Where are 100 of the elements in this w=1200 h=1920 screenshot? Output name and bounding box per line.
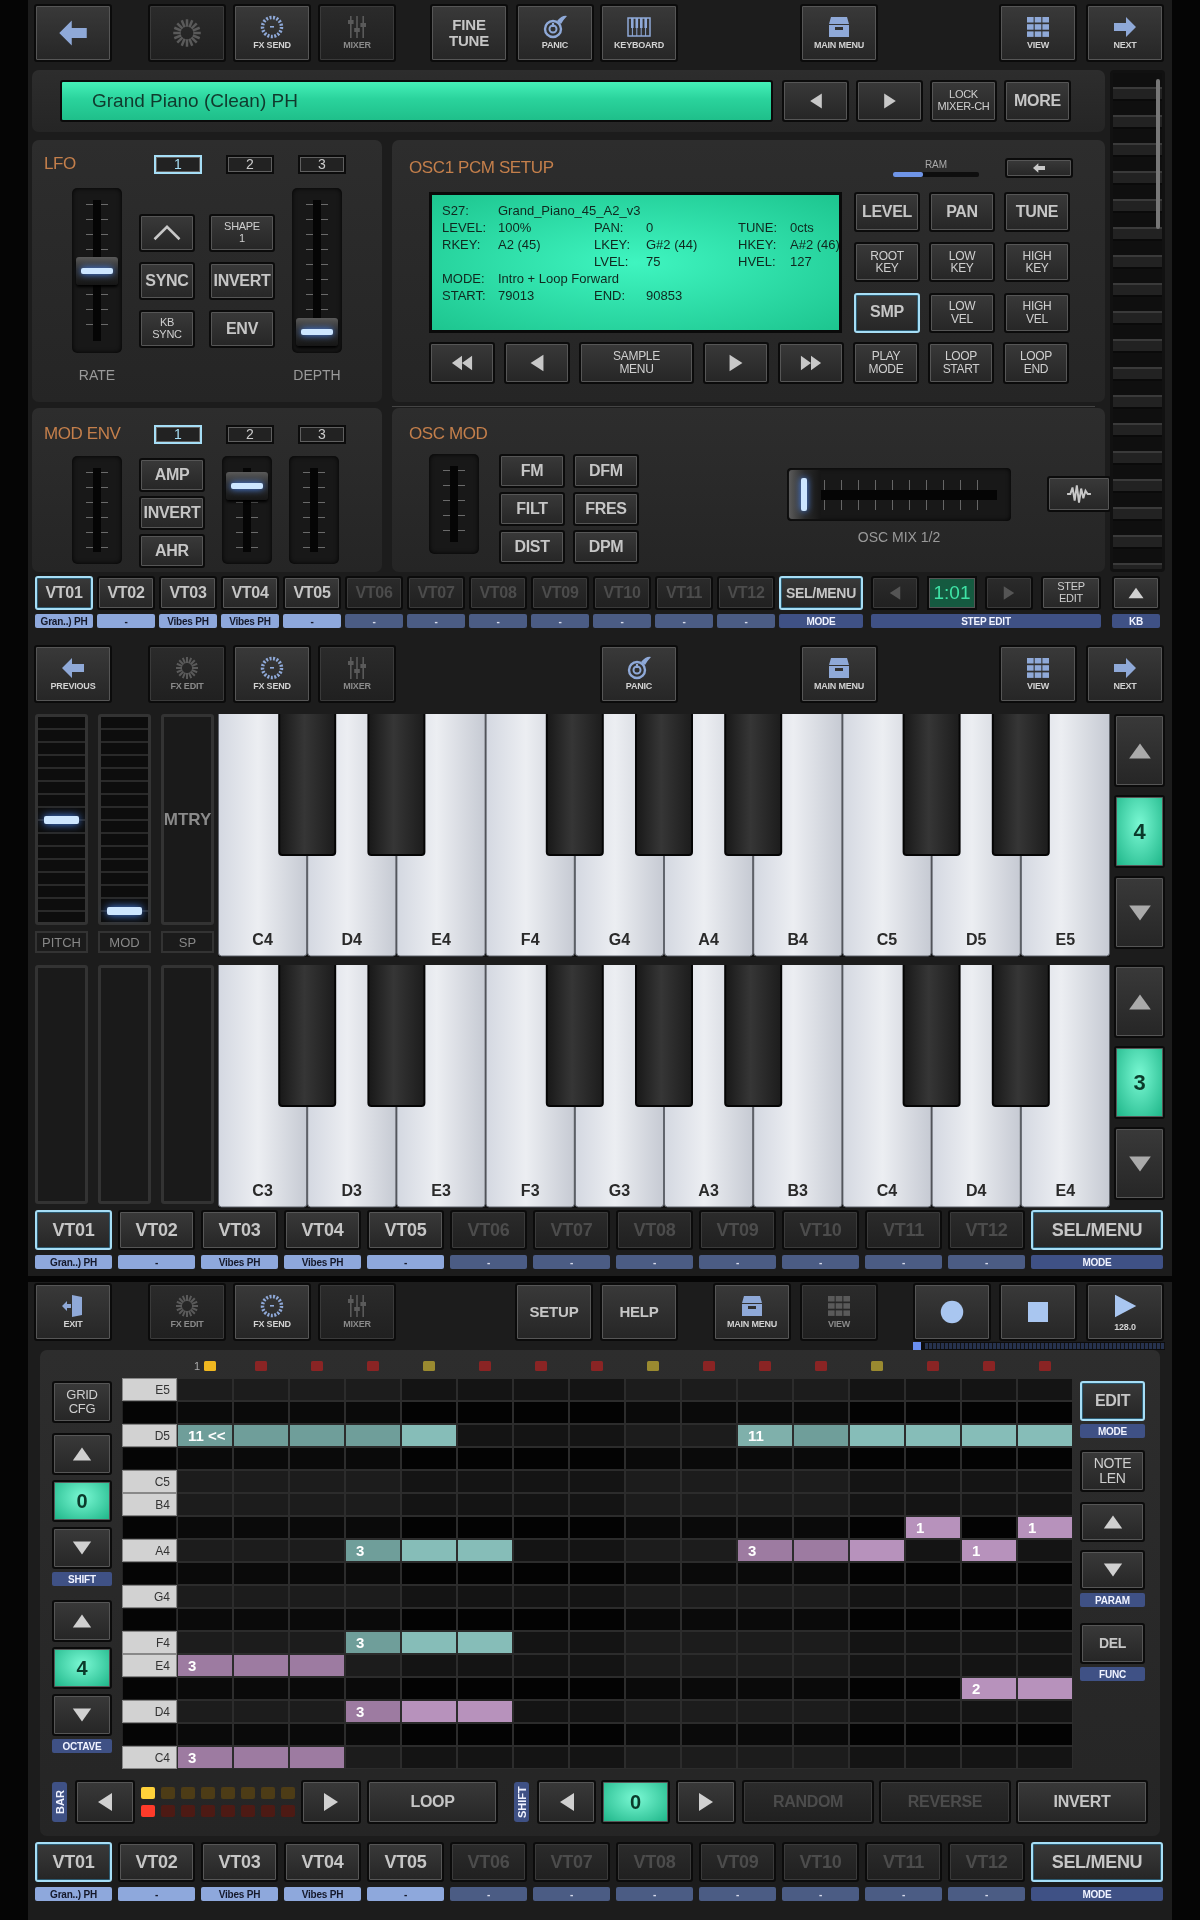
grid-cell[interactable]	[289, 1723, 345, 1746]
grid-cell[interactable]	[513, 1631, 569, 1654]
grid-cell[interactable]	[681, 1654, 737, 1677]
note-cell[interactable]	[793, 1539, 849, 1562]
osc-mod-button[interactable]: DPM	[573, 530, 639, 564]
step-edit-button[interactable]: STEP EDIT	[1041, 576, 1101, 610]
sharp-key[interactable]	[724, 965, 783, 1107]
grid-cell[interactable]	[849, 1677, 905, 1700]
grid-cell[interactable]	[289, 1493, 345, 1516]
grid-cell[interactable]	[793, 1401, 849, 1424]
grid-cell[interactable]	[905, 1746, 961, 1769]
grid-cell[interactable]	[625, 1746, 681, 1769]
grid-cell[interactable]	[681, 1677, 737, 1700]
transport-button[interactable]: LOOP START	[928, 342, 994, 384]
note-cell[interactable]	[457, 1539, 513, 1562]
sharp-row-label[interactable]	[122, 1401, 177, 1424]
tab[interactable]: 2	[226, 154, 274, 174]
grid-cell[interactable]	[681, 1539, 737, 1562]
toolbar-button[interactable]: NEXT	[1086, 4, 1164, 62]
grid-cell[interactable]	[177, 1700, 233, 1723]
sharp-key[interactable]	[902, 965, 961, 1107]
note-cell[interactable]	[289, 1424, 345, 1447]
toolbar-button[interactable]: NEXT	[1086, 645, 1164, 703]
up-button[interactable]	[1080, 1502, 1145, 1542]
note-label[interactable]: G4	[122, 1585, 177, 1608]
grid-cell[interactable]	[1017, 1447, 1073, 1470]
grid-cell[interactable]	[513, 1378, 569, 1401]
preset-button[interactable]: MORE	[1004, 80, 1071, 122]
sharp-key[interactable]	[545, 714, 604, 856]
previous-bar-button[interactable]	[75, 1780, 135, 1824]
grid-cell[interactable]	[289, 1631, 345, 1654]
grid-cell[interactable]	[569, 1608, 625, 1631]
grid-cell[interactable]	[849, 1723, 905, 1746]
grid-cell[interactable]	[1017, 1562, 1073, 1585]
grid-cell[interactable]	[345, 1378, 401, 1401]
down-button[interactable]	[52, 1694, 112, 1736]
grid-cell[interactable]	[289, 1608, 345, 1631]
grid-cell[interactable]	[513, 1493, 569, 1516]
grid-cell[interactable]	[177, 1631, 233, 1654]
grid-cell[interactable]	[1017, 1746, 1073, 1769]
sharp-key[interactable]	[635, 965, 693, 1107]
tab[interactable]: 1	[154, 154, 202, 174]
sharp-key[interactable]	[367, 714, 426, 856]
grid-cell[interactable]	[961, 1746, 1017, 1769]
grid-cell[interactable]	[905, 1493, 961, 1516]
grid-cell[interactable]	[513, 1539, 569, 1562]
osc-button[interactable]: ROOT KEY	[854, 242, 920, 283]
grid-cell[interactable]	[233, 1677, 289, 1700]
grid-cell[interactable]	[905, 1401, 961, 1424]
grid-cell[interactable]	[513, 1447, 569, 1470]
grid-cell[interactable]	[289, 1585, 345, 1608]
grid-cell[interactable]	[681, 1447, 737, 1470]
note-cell[interactable]	[905, 1424, 961, 1447]
toolbar-button[interactable]: PANIC	[516, 4, 594, 62]
grid-cell[interactable]	[569, 1516, 625, 1539]
grid-cell[interactable]	[177, 1516, 233, 1539]
grid-cell[interactable]	[569, 1700, 625, 1723]
note-cell[interactable]	[233, 1654, 289, 1677]
grid-cell[interactable]	[793, 1608, 849, 1631]
grid-cell[interactable]	[457, 1401, 513, 1424]
note-label[interactable]: A4	[122, 1539, 177, 1562]
grid-cell[interactable]	[681, 1700, 737, 1723]
step-forward-button[interactable]	[985, 576, 1033, 610]
grid-cell[interactable]	[961, 1654, 1017, 1677]
grid-cell[interactable]	[177, 1585, 233, 1608]
toolbar-button[interactable]: FX SEND	[233, 4, 311, 62]
grid-cell[interactable]	[905, 1631, 961, 1654]
grid-cell[interactable]	[457, 1562, 513, 1585]
grid-cell[interactable]	[905, 1585, 961, 1608]
grid-cell[interactable]	[345, 1470, 401, 1493]
note-cell[interactable]	[457, 1700, 513, 1723]
osc-mod-button[interactable]: DFM	[573, 454, 639, 488]
grid-cell[interactable]	[905, 1723, 961, 1746]
grid-cell[interactable]	[513, 1562, 569, 1585]
touch-pad[interactable]	[35, 965, 88, 1204]
toolbar-button[interactable]: VIEW	[999, 645, 1077, 703]
grid-cell[interactable]	[345, 1654, 401, 1677]
slider-thumb[interactable]	[107, 907, 142, 916]
grid-cell[interactable]	[569, 1447, 625, 1470]
note-cell[interactable]	[401, 1424, 457, 1447]
track-button[interactable]: VT05	[283, 576, 341, 610]
grid-cell[interactable]	[345, 1723, 401, 1746]
osc-mod-button[interactable]: FRES	[573, 492, 639, 526]
grid-cell[interactable]	[793, 1585, 849, 1608]
sharp-key[interactable]	[367, 965, 426, 1107]
transport-button[interactable]: SAMPLE MENU	[579, 342, 694, 384]
track-button[interactable]: VT05	[367, 1210, 444, 1250]
grid-cell[interactable]	[401, 1654, 457, 1677]
grid-cell[interactable]	[681, 1516, 737, 1539]
toolbar-button[interactable]: FINE TUNE	[430, 4, 508, 62]
sharp-key[interactable]	[545, 965, 604, 1107]
grid-cell[interactable]	[345, 1608, 401, 1631]
note-cell[interactable]: 3	[345, 1700, 401, 1723]
grid-cell[interactable]	[457, 1585, 513, 1608]
grid-cell[interactable]	[681, 1562, 737, 1585]
octave-up-button[interactable]	[1114, 965, 1165, 1038]
grid-cell[interactable]	[961, 1631, 1017, 1654]
osc-mod-button[interactable]: FILT	[499, 492, 565, 526]
touch-pad[interactable]: MTRY	[161, 714, 214, 925]
grid-cell[interactable]	[513, 1608, 569, 1631]
